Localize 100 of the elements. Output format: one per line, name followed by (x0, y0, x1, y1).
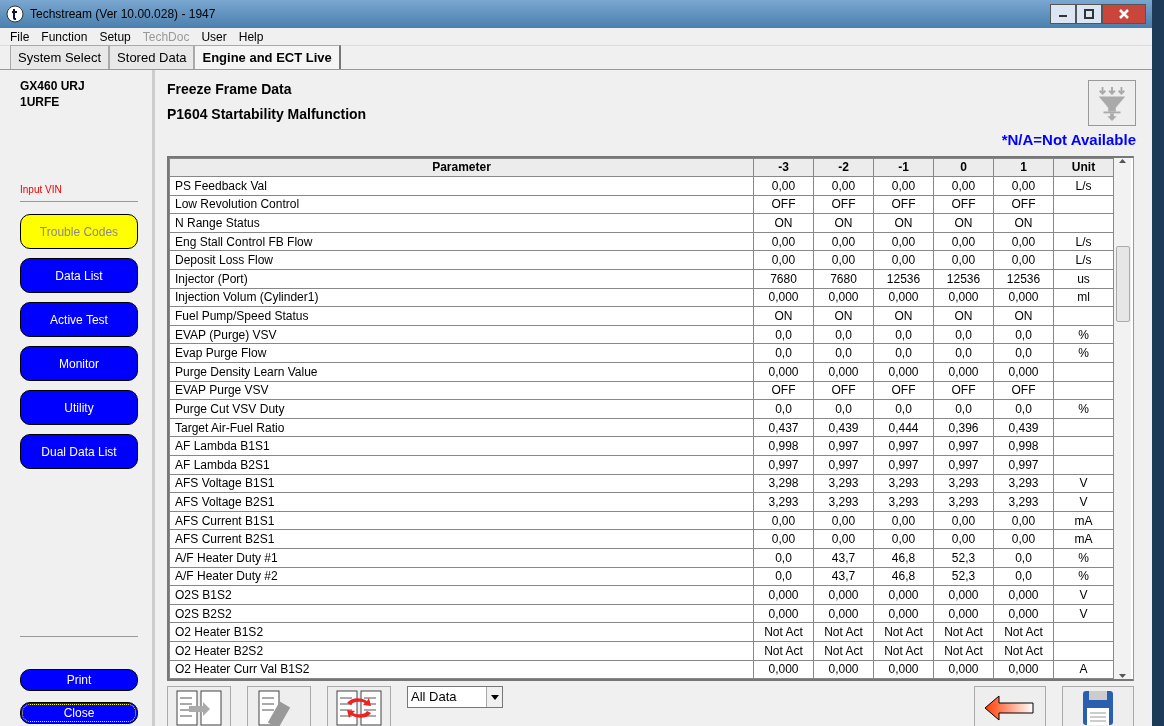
value-cell: 0,00 (831, 234, 856, 249)
parameter-cell: AFS Current B2S1 (175, 532, 275, 547)
swap-lists-button[interactable] (327, 686, 391, 726)
menu-item[interactable]: File (4, 27, 36, 46)
filter-button[interactable] (1088, 80, 1136, 126)
value-cell: 0,000 (828, 290, 859, 305)
value-cell: 0,000 (828, 587, 859, 602)
menu-item[interactable]: Help (232, 27, 270, 46)
value-cell: 0,000 (888, 606, 919, 621)
value-cell: 46,8 (891, 569, 916, 584)
parameter-cell: PS Feedback Val (175, 178, 267, 193)
value-cell: 0,0 (955, 346, 972, 361)
value-cell: 0,000 (948, 662, 979, 677)
value-cell: 0,997 (948, 439, 979, 454)
sidebar-button[interactable]: Close (20, 702, 138, 724)
maximize-button[interactable] (1076, 4, 1102, 24)
window-title: Techstream (Ver 10.00.028) - 1947 (30, 6, 216, 23)
value-cell: 0,396 (948, 420, 979, 435)
tab[interactable]: Engine and ECT Live (194, 44, 341, 69)
value-cell: 0,000 (1008, 662, 1039, 677)
parameter-cell: AF Lambda B2S1 (175, 457, 270, 472)
scroll-down-icon (1118, 673, 1127, 680)
value-cell: % (1078, 569, 1089, 584)
column-header: -2 (813, 158, 874, 177)
value-cell: us (1077, 271, 1090, 286)
sidebar-button[interactable]: Utility (20, 390, 138, 425)
parameter-cell: Injection Volum (Cylinder1) (175, 290, 319, 305)
menu-item[interactable]: Setup (93, 27, 137, 46)
scroll-thumb[interactable] (1115, 245, 1130, 322)
value-cell: 0,0 (1015, 550, 1032, 565)
app-logo-icon (6, 5, 24, 23)
scroll-up-icon (1118, 157, 1127, 164)
tab[interactable]: System Select (10, 44, 110, 69)
value-cell: 0,997 (1008, 457, 1039, 472)
value-cell: 0,0 (775, 327, 792, 342)
value-cell: 0,0 (775, 550, 792, 565)
value-cell: 0,000 (888, 364, 919, 379)
copy-to-list-button[interactable] (167, 686, 231, 726)
maximize-icon (1084, 9, 1094, 19)
value-cell: Not Act (1004, 643, 1043, 658)
value-cell: 0,00 (951, 234, 976, 249)
value-cell: 0,444 (888, 420, 919, 435)
value-cell: 0,997 (828, 457, 859, 472)
value-cell: 0,000 (828, 364, 859, 379)
value-cell: mA (1074, 513, 1093, 528)
value-cell: 0,00 (831, 513, 856, 528)
value-cell: mA (1074, 532, 1093, 547)
parameter-cell: Target Air-Fuel Ratio (175, 420, 285, 435)
value-cell: 0,00 (771, 513, 796, 528)
value-cell: ml (1077, 290, 1090, 305)
value-cell: 0,00 (831, 253, 856, 268)
value-cell: 0,000 (888, 662, 919, 677)
minimize-button[interactable] (1050, 4, 1076, 24)
value-cell: 0,0 (1015, 346, 1032, 361)
value-cell: 0,00 (1011, 513, 1036, 528)
parameter-cell: Purge Cut VSV Duty (175, 402, 285, 416)
eraser-button[interactable] (247, 686, 311, 726)
value-cell: 0,0 (895, 402, 912, 416)
value-cell: ON (834, 216, 853, 231)
parameter-cell: AFS Current B1S1 (175, 513, 275, 528)
tab[interactable]: Stored Data (109, 44, 195, 69)
value-cell: 0,000 (1008, 606, 1039, 621)
value-cell: 43,7 (831, 569, 856, 584)
vertical-scrollbar[interactable] (1114, 157, 1131, 680)
value-cell: Not Act (764, 643, 803, 658)
value-cell: V (1079, 495, 1088, 509)
value-cell: 7680 (830, 271, 857, 286)
sidebar-button[interactable]: Active Test (20, 302, 138, 337)
menu-item[interactable]: Function (35, 27, 94, 46)
save-button[interactable] (1062, 686, 1134, 726)
value-cell: 0,0 (955, 402, 972, 416)
value-cell: 0,000 (768, 364, 799, 379)
input-vin-link[interactable]: Input VIN (20, 184, 62, 195)
sidebar-button[interactable]: Print (20, 669, 138, 691)
value-cell: Not Act (944, 643, 983, 658)
sidebar-button[interactable]: Data List (20, 258, 138, 293)
value-cell: 0,00 (1011, 178, 1036, 193)
parameter-cell: AF Lambda B1S1 (175, 439, 270, 454)
close-button[interactable] (1102, 4, 1146, 24)
value-cell: OFF (771, 197, 796, 212)
value-cell: OFF (891, 383, 916, 398)
menu-item[interactable]: User (195, 27, 233, 46)
back-button[interactable] (974, 686, 1046, 726)
value-cell: % (1078, 550, 1089, 565)
column-header: Unit (1053, 158, 1114, 177)
data-filter-select[interactable]: All Data (407, 686, 503, 709)
value-cell: Not Act (824, 643, 863, 658)
value-cell: 0,00 (771, 532, 796, 547)
parameter-cell: Fuel Pump/Speed Status (175, 309, 309, 324)
value-cell: 0,0 (835, 327, 852, 342)
sidebar-button[interactable]: Monitor (20, 346, 138, 381)
value-cell: 3,293 (948, 495, 979, 509)
value-cell: 0,000 (1008, 364, 1039, 379)
value-cell: 0,998 (768, 439, 799, 454)
value-cell: 0,00 (951, 178, 976, 193)
value-cell: L/s (1075, 178, 1092, 193)
value-cell: OFF (1011, 383, 1036, 398)
value-cell: 0,000 (768, 290, 799, 305)
sidebar-button[interactable]: Dual Data List (20, 434, 138, 469)
close-icon (1118, 9, 1130, 19)
